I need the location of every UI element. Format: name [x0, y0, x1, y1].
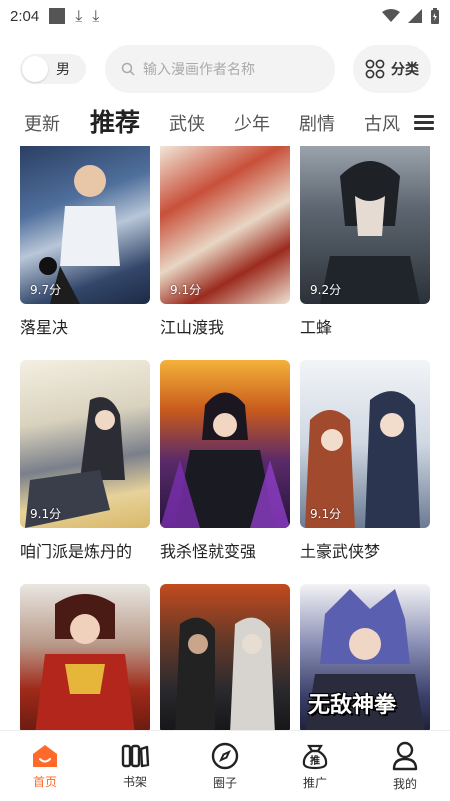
comic-title: 我杀怪就变强 [160, 542, 257, 561]
comic-card[interactable] [20, 584, 150, 730]
comic-score: 9.2分 [310, 283, 342, 297]
battery-icon [431, 8, 439, 24]
comic-title: 江山渡我 [160, 318, 225, 337]
svg-text:推: 推 [310, 754, 320, 767]
search-icon [121, 62, 135, 76]
comic-title: 咱门派是炼丹的 [20, 542, 133, 561]
search-placeholder: 输入漫画作者名称 [143, 62, 255, 78]
comic-title: 落星决 [20, 318, 69, 337]
wifi-icon [382, 9, 400, 22]
status-time: 2:04 [10, 7, 40, 25]
nav-circle-label: 圈子 [212, 775, 237, 790]
comic-card[interactable]: 9.1分 土豪武侠梦 [300, 360, 430, 562]
comic-cover[interactable]: 9.1分 [20, 360, 150, 528]
tabs-menu-icon[interactable] [414, 112, 434, 133]
comic-score: 9.1分 [310, 507, 342, 521]
nav-promote-label: 推广 [302, 775, 327, 790]
nav-bookshelf[interactable]: 书架 [90, 731, 180, 801]
comic-cover[interactable]: 9.1分 [160, 146, 290, 304]
category-label: 分类 [391, 62, 419, 78]
gender-label: 男 [56, 62, 70, 78]
toggle-knob [22, 56, 48, 82]
cover-figure [35, 594, 135, 730]
tab-drama[interactable]: 剧情 [299, 110, 335, 136]
tab-wuxia[interactable]: 武侠 [169, 110, 205, 136]
category-button[interactable]: 分类 [353, 45, 431, 93]
comic-cover[interactable]: 无敌神拳 [300, 584, 430, 730]
category-tabs: 更新 推荐 武侠 少年 剧情 古风 [0, 102, 450, 142]
nav-promote[interactable]: 推 推广 [270, 731, 360, 801]
comic-score: 9.1分 [170, 283, 202, 297]
promote-bag-icon: 推 [302, 744, 328, 769]
nav-me-label: 我的 [392, 776, 417, 791]
tab-shaonian[interactable]: 少年 [234, 110, 270, 136]
comic-card[interactable]: 9.1分 江山渡我 [160, 146, 290, 338]
nav-home-label: 首页 [32, 774, 57, 789]
download-icon: ⤓ [75, 6, 83, 25]
comic-card[interactable]: 9.7分 落星决 [20, 146, 150, 338]
cover-figure [305, 391, 420, 528]
comic-card[interactable]: 9.2分 工蜂 [300, 146, 430, 338]
comic-card[interactable]: 无敌神拳 [300, 584, 430, 730]
comic-cover[interactable]: 9.1分 [300, 360, 430, 528]
bottom-nav: 首页 书架 圈子 推 推广 我的 [0, 730, 450, 801]
nav-me[interactable]: 我的 [360, 731, 450, 801]
status-bar: 2:04 ⤓ ⤓ [0, 0, 450, 32]
search-input[interactable]: 输入漫画作者名称 [105, 45, 335, 93]
comic-cover[interactable] [20, 584, 150, 730]
bookshelf-icon [121, 744, 150, 767]
gender-toggle[interactable]: 男 [20, 54, 86, 84]
comic-cover[interactable]: 9.2分 [300, 146, 430, 304]
notification-square-icon [49, 8, 66, 24]
tab-recommend[interactable]: 推荐 [90, 103, 140, 139]
comic-cover[interactable] [160, 360, 290, 528]
comic-card[interactable]: 我杀怪就变强 [160, 360, 290, 562]
nav-circle[interactable]: 圈子 [180, 731, 270, 801]
compass-icon [211, 742, 239, 769]
download-icon: ⤓ [92, 6, 100, 25]
home-icon [33, 744, 57, 767]
comic-cover[interactable]: 9.7分 [20, 146, 150, 304]
comic-score: 9.7分 [30, 283, 62, 297]
comic-grid: 9.7分 落星决 9.1分 江山渡我 9.2分 工蜂 9.1分 咱门派是炼丹的 … [0, 146, 450, 730]
signal-icon [408, 9, 422, 23]
tab-ancient[interactable]: 古风 [364, 110, 400, 136]
nav-bookshelf-label: 书架 [122, 774, 147, 789]
comic-card[interactable]: 9.1分 咱门派是炼丹的 [20, 360, 150, 562]
comic-title: 工蜂 [300, 318, 333, 337]
user-icon [392, 741, 418, 770]
comic-score: 9.1分 [30, 507, 62, 521]
category-icon [365, 59, 385, 79]
tab-update[interactable]: 更新 [24, 110, 60, 136]
top-bar: 男 输入漫画作者名称 分类 [0, 45, 450, 93]
cover-figure [175, 617, 275, 730]
nav-home[interactable]: 首页 [0, 731, 90, 801]
cover-figure [25, 397, 125, 528]
cover-title-art: 无敌神拳 [308, 693, 397, 718]
comic-cover[interactable] [160, 584, 290, 730]
comic-title: 土豪武侠梦 [300, 542, 381, 561]
cover-figure [160, 392, 290, 528]
comic-card[interactable] [160, 584, 290, 730]
